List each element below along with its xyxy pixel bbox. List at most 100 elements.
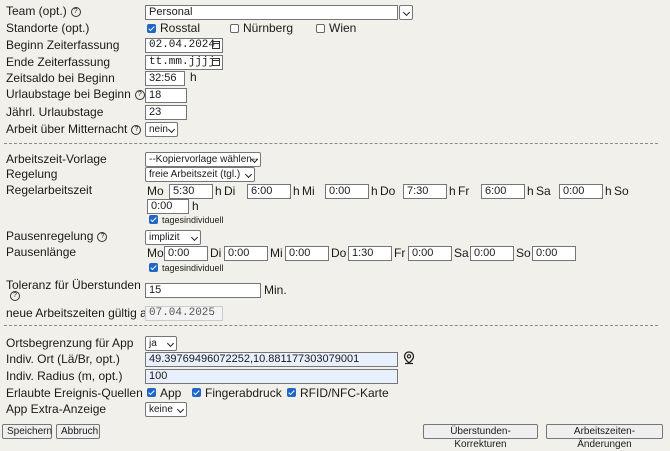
quelle-app-checkbox[interactable] (147, 388, 156, 397)
arbeitszeiten-aenderungen-button[interactable]: Arbeitszeiten-Änderungen (546, 424, 663, 450)
regel-di-input[interactable]: 6:00 (247, 184, 291, 199)
standort-nuernberg-label: Nürnberg (243, 21, 294, 35)
regel-mi-input[interactable]: 0:00 (325, 184, 369, 199)
unit-h: h (527, 184, 534, 198)
divider (4, 143, 658, 144)
day-sa: Sa (454, 246, 469, 260)
urlaub-jahr-label: Jährl. Urlaubstage (6, 105, 104, 119)
day-mi: Mi (270, 246, 283, 260)
day-di: Di (224, 184, 236, 198)
extra-select[interactable]: keine (145, 402, 187, 417)
quelle-rfid-checkbox[interactable] (287, 388, 296, 397)
standort-rosstal-checkbox[interactable] (147, 24, 156, 33)
pausenlaenge-label: Pausenlänge (6, 245, 77, 259)
pause-di-input[interactable]: 0:00 (224, 246, 268, 261)
quelle-rfid-label: RFID/NFC-Karte (300, 386, 389, 400)
urlaub-beginn-input[interactable]: 18 (145, 88, 187, 103)
standort-nuernberg-checkbox[interactable] (230, 24, 239, 33)
day-so: So (614, 184, 629, 198)
ort-label: Indiv. Ort (Lä/Br, opt.) (6, 352, 120, 366)
pause-do-input[interactable]: 1:30 (348, 246, 392, 261)
ende-label: Ende Zeiterfassung (6, 55, 111, 69)
unit-h: h (371, 184, 378, 198)
radius-input[interactable]: 100 (145, 369, 398, 384)
unit-h: h (192, 199, 199, 213)
regelung-label: Regelung (6, 167, 58, 181)
saldo-input[interactable]: 32:56 (145, 71, 185, 86)
map-pin-icon[interactable] (403, 351, 415, 365)
day-fr: Fr (394, 246, 406, 260)
pause-mi-input[interactable]: 0:00 (285, 246, 329, 261)
ueberstunden-korrekturen-button[interactable]: Überstunden-Korrekturen (423, 424, 538, 450)
calendar-icon[interactable] (212, 41, 220, 49)
regel-sa-input[interactable]: 0:00 (559, 184, 603, 199)
team-label: Team (opt.)? (6, 4, 81, 18)
pause-fr-input[interactable]: 0:00 (408, 246, 452, 261)
quelle-fingerabdruck-label: Fingerabdruck (205, 386, 282, 400)
ort-input[interactable]: 49.39769496072252,10.881177303079001 (145, 352, 398, 367)
pausenregelung-select[interactable]: implizit (145, 230, 201, 245)
day-mo: Mo (147, 184, 164, 198)
save-button[interactable]: Speichern (2, 424, 52, 439)
unit-h: h (293, 184, 300, 198)
pause-tagesindividuell-checkbox[interactable] (149, 263, 158, 272)
ortsbegrenzung-label: Ortsbegrenzung für App (6, 336, 134, 350)
toleranz-input[interactable]: 15 (145, 283, 261, 298)
saldo-unit: h (190, 70, 197, 84)
divider (4, 325, 658, 326)
toleranz-unit: Min. (264, 283, 287, 297)
help-icon[interactable]: ? (70, 7, 81, 17)
extra-label: App Extra-Anzeige (6, 402, 107, 416)
day-di: Di (210, 246, 222, 260)
urlaub-beginn-label: Urlaubstage bei Beginn? (6, 87, 145, 101)
radius-label: Indiv. Radius (m, opt.) (6, 369, 123, 383)
day-fr: Fr (458, 184, 470, 198)
gueltig-date-input[interactable]: 07.04.2025 (145, 306, 223, 321)
beginn-label: Beginn Zeiterfassung (6, 38, 120, 52)
quellen-label: Erlaubte Ereignis-Quellen (6, 386, 143, 400)
regel-do-input[interactable]: 7:30 (403, 184, 447, 199)
pausenregelung-label: Pausenregelung? (6, 229, 108, 243)
unit-h: h (215, 184, 222, 198)
quelle-app-label: App (160, 386, 182, 400)
team-dropdown-button[interactable] (399, 5, 413, 20)
vorlage-select[interactable]: --Kopiervorlage wählen-- (145, 152, 261, 167)
help-icon[interactable]: ? (97, 232, 108, 242)
quelle-fingerabdruck-checkbox[interactable] (192, 388, 201, 397)
unit-h: h (605, 184, 612, 198)
standort-wien-label: Wien (329, 21, 357, 35)
standorte-label: Standorte (opt.) (6, 21, 90, 35)
help-icon[interactable]: ? (10, 291, 20, 301)
team-select[interactable]: Personal (145, 5, 398, 20)
regel-mo-input[interactable]: 5:30 (169, 184, 213, 199)
saldo-label: Zeitsaldo bei Beginn (6, 71, 115, 85)
day-mi: Mi (302, 184, 315, 198)
toleranz-label: Toleranz für Überstunden (6, 278, 141, 292)
beginn-date-input[interactable]: 02.04.2024 (145, 38, 223, 53)
standort-rosstal-label: Rosstal (160, 21, 201, 35)
day-do: Do (380, 184, 396, 198)
regel-tagesindividuell-label: tagesindividuell (162, 215, 224, 225)
day-so: So (516, 246, 531, 260)
ende-date-input[interactable]: tt.mm.jjjj (145, 55, 223, 70)
pause-mo-input[interactable]: 0:00 (164, 246, 208, 261)
help-icon[interactable]: ? (134, 90, 145, 100)
pause-tagesindividuell-label: tagesindividuell (162, 263, 224, 273)
day-sa: Sa (536, 184, 551, 198)
cancel-button[interactable]: Abbruch (56, 424, 100, 439)
ortsbegrenzung-select[interactable]: ja (145, 336, 177, 351)
regel-tagesindividuell-checkbox[interactable] (149, 215, 158, 224)
regelarbeitszeit-label: Regelarbeitszeit (6, 183, 93, 197)
mitternacht-select[interactable]: nein (145, 122, 178, 137)
regel-fr-input[interactable]: 6:00 (481, 184, 525, 199)
mitternacht-label: Arbeit über Mitternacht? (6, 122, 142, 136)
urlaub-jahr-input[interactable]: 23 (145, 105, 187, 120)
regelung-select[interactable]: freie Arbeitszeit (tgl.) (145, 167, 255, 182)
help-icon[interactable]: ? (131, 125, 142, 135)
day-mo: Mo (147, 246, 164, 260)
regel-so-input[interactable]: 0:00 (147, 199, 189, 214)
standort-wien-checkbox[interactable] (316, 24, 325, 33)
calendar-icon[interactable] (212, 58, 220, 66)
pause-sa-input[interactable]: 0:00 (470, 246, 514, 261)
pause-so-input[interactable]: 0:00 (532, 246, 576, 261)
